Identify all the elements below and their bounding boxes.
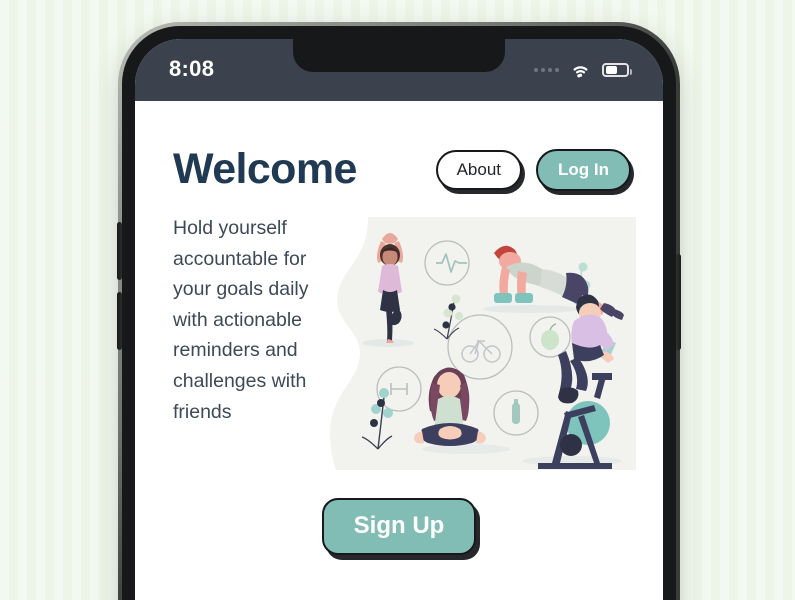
app-footer: Sign Up (135, 498, 663, 555)
app-content: Welcome About Log In Hold yourself accou… (135, 101, 663, 600)
header-actions: About Log In (435, 148, 631, 191)
display-notch (293, 39, 505, 72)
signup-button[interactable]: Sign Up (321, 498, 477, 555)
page-title: Welcome (173, 145, 357, 193)
hero-section: Hold yourself accountable for your goals… (135, 191, 663, 470)
status-bar: 8:08 (135, 39, 663, 101)
volume-up-button[interactable] (117, 222, 122, 280)
status-bar-time: 8:08 (169, 56, 215, 81)
wifi-icon (573, 66, 588, 78)
hero-blurb: Hold yourself accountable for your goals… (173, 217, 309, 423)
phone-bezel: 8:08 Welcome About Log In Hold yourself … (117, 26, 681, 600)
phone-screen: 8:08 Welcome About Log In Hold yourself … (135, 39, 663, 600)
screenshot-stage: 8:08 Welcome About Log In Hold yourself … (0, 0, 795, 600)
illustration-container (325, 217, 637, 470)
power-button[interactable] (676, 254, 681, 350)
status-bar-indicators (534, 62, 632, 78)
volume-down-button[interactable] (117, 292, 122, 350)
cellular-dots-icon (534, 68, 559, 72)
app-header: Welcome About Log In (135, 101, 663, 191)
phone-device: 8:08 Welcome About Log In Hold yourself … (117, 22, 681, 600)
fitness-people-illustration (330, 217, 636, 470)
about-button[interactable]: About (435, 149, 523, 190)
battery-icon (602, 63, 632, 77)
login-button[interactable]: Log In (536, 148, 631, 191)
